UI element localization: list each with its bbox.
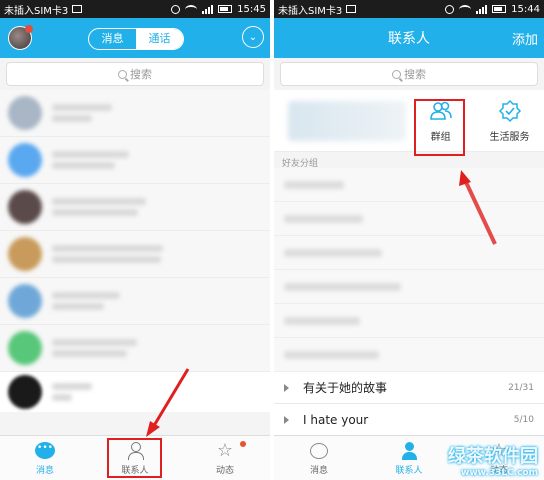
screenshot-pair: 未插入SIM卡3 15:45 消息 通话 ⌄ 搜索 ••• 消息 联系人 ☆ 动… xyxy=(0,0,544,480)
blurred-content xyxy=(284,350,379,359)
carrier-text: 未插入SIM卡3 xyxy=(278,5,343,17)
list-item[interactable] xyxy=(0,137,270,184)
contacts-header: 联系人 添加 xyxy=(274,18,544,58)
arrow-annotation xyxy=(459,170,497,245)
list-item[interactable] xyxy=(0,231,270,278)
contact-avatar xyxy=(8,375,42,409)
watermark: 绿茶软件园 www.33LC.com xyxy=(448,442,538,478)
contacts-tab-highlight xyxy=(107,438,162,478)
search-icon xyxy=(392,69,401,79)
tab-calls[interactable]: 通话 xyxy=(136,29,183,49)
blurred-content xyxy=(284,180,344,189)
expand-arrow-icon xyxy=(284,383,289,392)
contact-avatar xyxy=(8,284,42,318)
watermark-brand: 绿茶软件园 xyxy=(448,446,538,467)
image-icon xyxy=(346,5,357,13)
conversation-list xyxy=(0,90,270,372)
group-name: 有关于她的故事 xyxy=(303,381,388,395)
group-highlight xyxy=(414,99,465,156)
signal-icon xyxy=(202,4,214,14)
alarm-icon xyxy=(445,4,455,14)
wifi-icon xyxy=(185,4,198,14)
list-item[interactable] xyxy=(274,304,544,338)
tab-label: 消息 xyxy=(35,465,54,476)
tab-label: 联系人 xyxy=(395,465,423,476)
life-service-label: 生活服务 xyxy=(489,131,530,143)
wifi-icon xyxy=(459,4,472,14)
status-bar: 未插入SIM卡3 15:44 xyxy=(274,0,544,18)
alarm-icon xyxy=(171,4,181,14)
contact-avatar xyxy=(8,190,42,224)
life-service-icon xyxy=(498,99,521,122)
tab-label: 消息 xyxy=(309,465,328,476)
blurred-content xyxy=(284,316,360,325)
blurred-content xyxy=(52,241,262,267)
person-icon xyxy=(402,441,417,460)
tab-contacts-nav[interactable]: 联系人 xyxy=(364,436,454,480)
image-icon xyxy=(72,5,83,13)
search-icon xyxy=(118,69,127,79)
list-item[interactable] xyxy=(0,184,270,231)
contact-avatar xyxy=(8,331,42,365)
blurred-content xyxy=(288,100,407,141)
status-bar: 未插入SIM卡3 15:45 xyxy=(0,0,270,18)
section-title: 好友分组 xyxy=(282,159,319,169)
blurred-content xyxy=(284,214,363,223)
list-item[interactable] xyxy=(0,278,270,325)
list-item[interactable] xyxy=(0,90,270,137)
signal-icon xyxy=(476,4,488,14)
search-input[interactable]: 搜索 xyxy=(6,62,264,86)
tab-messages-nav[interactable]: ••• 消息 xyxy=(0,436,90,480)
messages-screen: 未插入SIM卡3 15:45 消息 通话 ⌄ 搜索 ••• 消息 联系人 ☆ 动… xyxy=(0,0,270,480)
messages-header: 消息 通话 ⌄ xyxy=(0,18,270,58)
tab-feed-nav[interactable]: ☆ 动态 xyxy=(180,436,270,480)
notification-dot xyxy=(240,441,246,447)
more-menu-button[interactable]: ⌄ xyxy=(242,26,264,48)
message-call-toggle: 消息 通话 xyxy=(88,28,184,50)
blurred-content xyxy=(52,288,262,314)
search-placeholder: 搜索 xyxy=(404,68,426,81)
page-title: 联系人 xyxy=(388,31,430,47)
blurred-content xyxy=(284,248,382,257)
group-count: 5/10 xyxy=(513,414,534,425)
list-item[interactable]: I hate your 5/10 xyxy=(274,404,544,436)
add-button[interactable]: 添加 xyxy=(512,29,538,48)
tab-label: 动态 xyxy=(215,465,234,476)
blurred-content xyxy=(284,282,401,291)
group-name: I hate your xyxy=(303,412,369,427)
clock-time: 15:44 xyxy=(511,3,540,15)
list-item[interactable] xyxy=(0,325,270,372)
expand-arrow-icon xyxy=(284,415,289,424)
list-item[interactable] xyxy=(0,372,270,412)
blurred-content xyxy=(52,147,262,173)
star-icon: ☆ xyxy=(216,439,234,461)
life-service-button[interactable]: 生活服务 xyxy=(475,99,544,143)
contact-avatar xyxy=(8,237,42,271)
list-item[interactable] xyxy=(274,270,544,304)
contact-avatar xyxy=(8,143,42,177)
watermark-site: www.33LC.com xyxy=(461,468,538,478)
notification-dot xyxy=(25,25,33,33)
blurred-content xyxy=(52,194,262,220)
feature-row: 群组 生活服务 xyxy=(274,90,544,152)
search-placeholder: 搜索 xyxy=(130,68,152,81)
chat-bubble-icon xyxy=(310,442,328,459)
clock-time: 15:45 xyxy=(237,3,266,15)
list-item[interactable] xyxy=(274,338,544,372)
user-avatar[interactable] xyxy=(8,25,33,50)
contact-avatar xyxy=(8,96,42,130)
battery-icon xyxy=(218,5,233,13)
blurred-content xyxy=(52,100,262,126)
list-item[interactable]: 有关于她的故事 21/31 xyxy=(274,372,544,404)
chevron-down-icon: ⌄ xyxy=(248,31,258,43)
tab-messages[interactable]: 消息 xyxy=(89,29,136,49)
group-count: 21/31 xyxy=(508,382,534,393)
search-input[interactable]: 搜索 xyxy=(280,62,538,86)
blurred-content xyxy=(52,335,262,361)
carrier-text: 未插入SIM卡3 xyxy=(4,5,69,17)
battery-icon xyxy=(492,5,507,13)
arrow-annotation xyxy=(146,368,190,437)
chat-bubble-icon: ••• xyxy=(35,442,55,459)
tab-messages-nav[interactable]: 消息 xyxy=(274,436,364,480)
